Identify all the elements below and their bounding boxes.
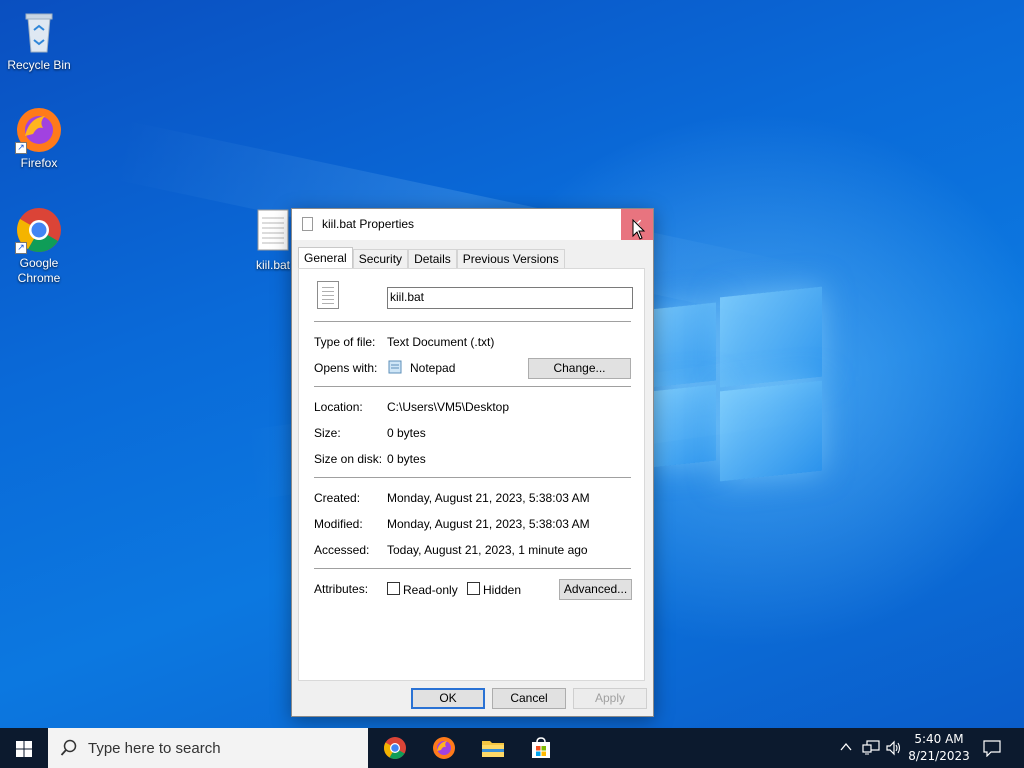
- tab-previous-versions[interactable]: Previous Versions: [456, 249, 565, 269]
- divider: [314, 568, 631, 569]
- read-only-checkbox[interactable]: [387, 582, 400, 595]
- location-label: Location:: [314, 400, 363, 414]
- size-label: Size:: [314, 426, 341, 440]
- divider: [314, 477, 631, 478]
- dialog-title: kiil.bat Properties: [322, 217, 415, 231]
- clock-time: 5:40 AM: [914, 732, 964, 746]
- size-value: 0 bytes: [387, 426, 426, 440]
- tab-details[interactable]: Details: [408, 249, 457, 269]
- opens-with-label: Opens with:: [314, 361, 378, 375]
- google-chrome-label: Google Chrome: [17, 256, 61, 285]
- cancel-button[interactable]: Cancel: [492, 688, 566, 709]
- taskbar: Type here to search 5:40 AM 8/21/2023: [0, 728, 1024, 768]
- advanced-button[interactable]: Advanced...: [559, 579, 632, 600]
- hidden-checkbox[interactable]: [467, 582, 480, 595]
- opens-with-value: Notepad: [410, 361, 456, 375]
- shortcut-arrow-icon: ↗: [15, 242, 27, 254]
- recycle-bin-icon: [15, 8, 63, 56]
- tab-general[interactable]: General: [298, 247, 353, 269]
- dialog-titlebar[interactable]: kiil.bat Properties ✕: [292, 209, 653, 240]
- chevron-up-icon[interactable]: [840, 742, 852, 752]
- general-tab-page: kiil.bat Type of file: Text Document (.t…: [298, 268, 645, 681]
- properties-dialog: kiil.bat Properties ✕ General Security D…: [291, 208, 654, 717]
- taskbar-store-icon[interactable]: [529, 736, 553, 760]
- tab-security[interactable]: Security: [352, 249, 409, 269]
- recycle-bin-label: Recycle Bin: [7, 58, 71, 72]
- action-center-icon[interactable]: [983, 739, 1001, 757]
- read-only-label[interactable]: Read-only: [403, 583, 458, 597]
- desktop-icon-recycle-bin[interactable]: Recycle Bin: [2, 8, 76, 73]
- modified-value: Monday, August 21, 2023, 5:38:03 AM: [387, 517, 590, 531]
- tab-strip: General Security Details Previous Versio…: [298, 247, 565, 269]
- file-type-icon: [317, 281, 339, 309]
- search-placeholder: Type here to search: [88, 740, 221, 757]
- desktop-icon-firefox[interactable]: ↗ Firefox: [2, 106, 76, 171]
- text-file-icon: [249, 208, 297, 256]
- firefox-label: Firefox: [20, 156, 58, 170]
- divider: [314, 321, 631, 322]
- apply-button[interactable]: Apply: [573, 688, 647, 709]
- size-on-disk-value: 0 bytes: [387, 452, 426, 466]
- windows-start-icon: [16, 741, 32, 757]
- taskbar-file-explorer-icon[interactable]: [481, 736, 505, 760]
- mouse-cursor-icon: [632, 219, 646, 240]
- firefox-icon: ↗: [15, 106, 63, 154]
- notepad-icon: [388, 359, 403, 374]
- desktop-icon-google-chrome[interactable]: ↗ Google Chrome: [2, 206, 76, 286]
- type-of-file-label: Type of file:: [314, 335, 376, 349]
- file-icon: [302, 217, 313, 231]
- search-icon: [60, 739, 77, 756]
- divider: [314, 386, 631, 387]
- hidden-label[interactable]: Hidden: [483, 583, 521, 597]
- ok-button[interactable]: OK: [411, 688, 485, 709]
- attributes-label: Attributes:: [314, 582, 369, 596]
- size-on-disk-label: Size on disk:: [314, 452, 383, 466]
- chrome-icon: ↗: [15, 206, 63, 254]
- taskbar-firefox-icon[interactable]: [432, 736, 456, 760]
- taskbar-search-box[interactable]: Type here to search: [48, 728, 368, 768]
- system-tray: [838, 728, 902, 768]
- created-label: Created:: [314, 491, 361, 505]
- windows-logo-wallpaper: [650, 286, 825, 483]
- network-icon[interactable]: [862, 740, 880, 756]
- clock-date: 8/21/2023: [908, 749, 970, 763]
- type-of-file-value: Text Document (.txt): [387, 335, 495, 349]
- accessed-label: Accessed:: [314, 543, 370, 557]
- start-button[interactable]: [0, 728, 48, 768]
- modified-label: Modified:: [314, 517, 363, 531]
- accessed-value: Today, August 21, 2023, 1 minute ago: [387, 543, 588, 557]
- location-value: C:\Users\VM5\Desktop: [387, 400, 510, 414]
- file-name-input[interactable]: kiil.bat: [387, 287, 633, 309]
- taskbar-chrome-icon[interactable]: [383, 736, 407, 760]
- taskbar-clock[interactable]: 5:40 AM 8/21/2023: [905, 731, 973, 765]
- shortcut-arrow-icon: ↗: [15, 142, 27, 154]
- volume-icon[interactable]: [885, 740, 903, 756]
- created-value: Monday, August 21, 2023, 5:38:03 AM: [387, 491, 590, 505]
- change-button[interactable]: Change...: [528, 358, 631, 379]
